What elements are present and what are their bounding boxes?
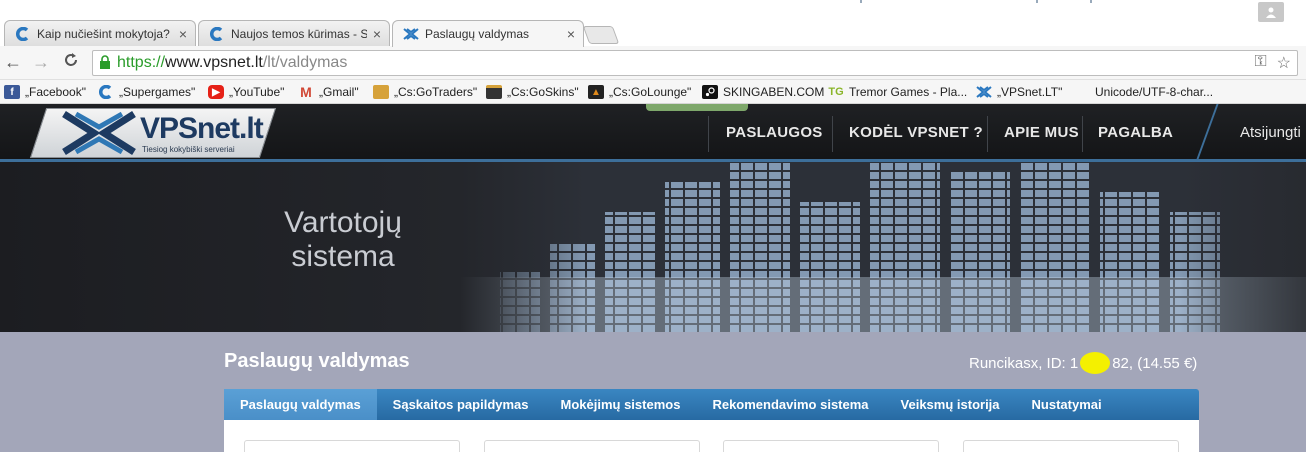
bookmark-gmail[interactable]: M „Gmail" xyxy=(298,83,359,101)
profile-avatar-icon[interactable] xyxy=(1258,2,1284,22)
bookmark-facebook[interactable]: f „Facebook" xyxy=(4,83,86,101)
nav-divider xyxy=(708,116,709,152)
browser-tab-3-active[interactable]: Paslaugų valdymas × xyxy=(392,20,584,47)
bookmark-label: Unicode/UTF-8-char... xyxy=(1095,85,1214,99)
logo-text[interactable]: VPSnet.lt xyxy=(140,112,264,146)
nav-divider xyxy=(1082,116,1083,152)
nav-kodel-vpsnet[interactable]: KODĖL VPSNET ? xyxy=(849,124,983,141)
bookmark-label: „Cs:GoSkins" xyxy=(507,85,579,99)
logout-link[interactable]: Atsijungti xyxy=(1240,124,1301,141)
service-card[interactable] xyxy=(723,440,939,452)
redaction-mark xyxy=(1080,352,1111,374)
reload-icon xyxy=(65,53,77,66)
nav-divider xyxy=(832,116,833,152)
nav-slash-divider xyxy=(1195,104,1219,162)
service-card[interactable] xyxy=(484,440,700,452)
csgolounge-icon: ▲ xyxy=(588,85,604,99)
bookmark-youtube[interactable]: ▶ „YouTube" xyxy=(208,83,284,101)
bookmark-label: „Facebook" xyxy=(25,85,86,99)
vpsnet-x-icon xyxy=(403,26,419,42)
user-balance: 82, (14.55 €) xyxy=(1112,354,1198,372)
vpsnet-x-icon xyxy=(976,85,992,99)
server-racks-image xyxy=(460,162,1306,332)
bookmark-csgotraders[interactable]: „Cs:GoTraders" xyxy=(373,83,477,101)
key-icon[interactable]: ⚿ xyxy=(1254,53,1266,73)
blue-c-icon xyxy=(15,26,31,42)
steam-icon xyxy=(702,85,718,99)
url-scheme: https:// xyxy=(117,54,166,71)
vpsnet-logo-icon[interactable] xyxy=(60,110,138,156)
bookmark-csgolounge[interactable]: ▲ „Cs:GoLounge" xyxy=(588,83,691,101)
bookmark-label: Tremor Games - Pla... xyxy=(849,85,968,99)
bookmark-label: SKINGABEN.COM xyxy=(723,85,825,99)
bookmark-label: „VPSnet.LT" xyxy=(997,85,1063,99)
bookmark-vpsnet[interactable]: „VPSnet.LT" xyxy=(976,83,1062,101)
lock-icon xyxy=(99,54,111,72)
tab-panel xyxy=(224,420,1199,452)
bookmark-star-icon[interactable]: ☆ xyxy=(1277,53,1291,73)
bookmark-skingaben[interactable]: SKINGABEN.COM xyxy=(702,83,824,101)
hero-banner: Vartotojų sistema xyxy=(0,162,1306,332)
tab-mokejimu-sistemos[interactable]: Mokėjimų sistemos xyxy=(545,389,697,420)
tab-nustatymai[interactable]: Nustatymai xyxy=(1016,389,1118,420)
bookmark-csgoskins[interactable]: „Cs:GoSkins" xyxy=(486,83,579,101)
service-card[interactable] xyxy=(963,440,1179,452)
browser-tab-2[interactable]: Naujos temos kūrimas - S × xyxy=(198,20,390,46)
close-icon[interactable]: × xyxy=(567,26,575,42)
bookmark-label: „Supergames" xyxy=(119,85,196,99)
reload-button[interactable] xyxy=(60,52,82,73)
address-bar[interactable]: https:// www.vpsnet.lt /lt/valdymas ⚿ ☆ xyxy=(92,50,1298,76)
browser-tab-1[interactable]: Kaip nučiešint mokytoja? × xyxy=(4,20,196,46)
main-content: Paslaugų valdymas Runcikasx, ID: 1 82, (… xyxy=(0,332,1306,452)
account-tabs: Paslaugų valdymas Sąskaitos papildymas M… xyxy=(224,389,1199,420)
tab-title: Paslaugų valdymas xyxy=(425,27,530,41)
url-host: www.vpsnet.lt xyxy=(165,54,263,71)
bookmark-label: „Cs:GoTraders" xyxy=(394,85,478,99)
blue-c-icon xyxy=(98,85,114,99)
youtube-icon: ▶ xyxy=(208,85,224,99)
tremor-games-icon: TG xyxy=(828,86,844,98)
nav-divider xyxy=(987,116,988,152)
gmail-icon: M xyxy=(300,84,312,100)
csgoskins-icon xyxy=(486,85,502,99)
csgotraders-icon xyxy=(373,85,389,99)
browser-tabstrip: Kaip nučiešint mokytoja? × Naujos temos … xyxy=(0,0,1306,47)
blue-c-icon xyxy=(209,26,225,42)
tab-rekomendavimo-sistema[interactable]: Rekomendavimo sistema xyxy=(696,389,884,420)
tab-title: Kaip nučiešint mokytoja? xyxy=(37,26,170,41)
forward-button[interactable]: → xyxy=(30,52,52,73)
tab-saskaitos-papildymas[interactable]: Sąskaitos papildymas xyxy=(377,389,545,420)
banner-title: Vartotojų sistema xyxy=(284,206,402,273)
close-icon[interactable]: × xyxy=(373,26,381,42)
bookmark-label: „Cs:GoLounge" xyxy=(609,85,692,99)
new-tab-button[interactable] xyxy=(582,26,620,44)
back-button[interactable]: ← xyxy=(2,52,24,73)
close-icon[interactable]: × xyxy=(179,26,187,42)
url-path: /lt/valdymas xyxy=(262,54,348,71)
active-nav-indicator xyxy=(646,104,748,111)
browser-toolbar: ← → https:// www.vpsnet.lt /lt/valdymas … xyxy=(0,46,1306,80)
bookmarks-bar: f „Facebook" „Supergames" ▶ „YouTube" M … xyxy=(0,80,1306,104)
blank-page-icon xyxy=(1074,85,1090,99)
tab-paslaugu-valdymas[interactable]: Paslaugų valdymas xyxy=(224,389,377,420)
user-id-prefix: Runcikasx, ID: 1 xyxy=(969,354,1079,372)
user-info: Runcikasx, ID: 1 82, (14.55 €) xyxy=(969,352,1197,374)
bookmark-supergames[interactable]: „Supergames" xyxy=(98,83,195,101)
nav-pagalba[interactable]: PAGALBA xyxy=(1098,124,1173,141)
bookmark-label: „YouTube" xyxy=(229,85,285,99)
site-header: VPSnet.lt Tiesiog kokybiški serveriai PA… xyxy=(0,104,1306,162)
bookmark-label: „Gmail" xyxy=(319,85,359,99)
tab-veiksmu-istorija[interactable]: Veiksmų istorija xyxy=(885,389,1016,420)
service-card[interactable] xyxy=(244,440,460,452)
bookmark-unicode[interactable]: Unicode/UTF-8-char... xyxy=(1074,83,1213,101)
facebook-icon: f xyxy=(4,85,20,99)
logo-tagline: Tiesiog kokybiški serveriai xyxy=(142,145,235,154)
nav-apie-mus[interactable]: APIE MUS xyxy=(1004,124,1079,141)
page-title: Paslaugų valdymas xyxy=(224,350,410,372)
nav-paslaugos[interactable]: PASLAUGOS xyxy=(726,124,823,141)
top-scroll-marks xyxy=(860,0,1092,3)
bookmark-tremor-games[interactable]: TG Tremor Games - Pla... xyxy=(828,83,967,101)
tab-title: Naujos temos kūrimas - S xyxy=(231,26,367,41)
